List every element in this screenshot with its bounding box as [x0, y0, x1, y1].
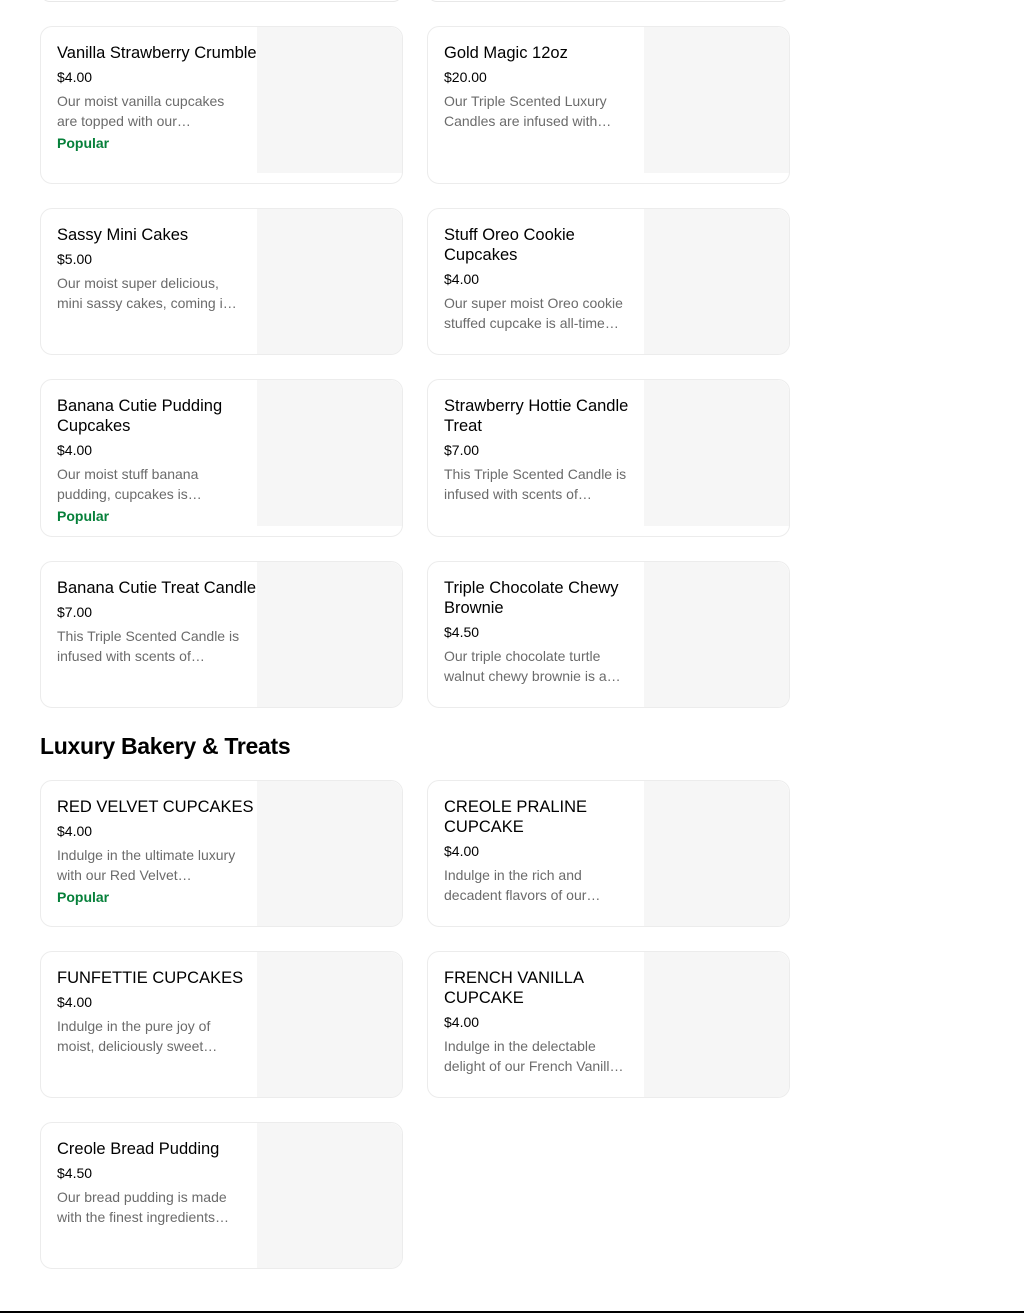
menu-item-image[interactable]	[257, 1123, 402, 1268]
menu-item-image[interactable]	[257, 380, 402, 526]
menu-item-price: $4.00	[444, 271, 480, 287]
menu-item-card[interactable]: FUNFETTIE CUPCAKES $4.00 Indulge in the …	[40, 951, 403, 1098]
menu-item-info: Banana Cutie Pudding Cupcakes $4.00 Our …	[41, 380, 257, 536]
menu-item-info: Banana Cutie Treat Candle $7.00 This Tri…	[41, 562, 257, 707]
menu-item-description: This Triple Scented Candle is infused wi…	[57, 628, 240, 664]
menu-item-title: Triple Chocolate Chewy Brownie	[444, 579, 619, 617]
menu-item-price: $4.50	[444, 624, 480, 640]
menu-item-price: $20.00	[444, 69, 487, 85]
menu-item-price: $4.00	[57, 69, 93, 85]
popular-badge: Popular	[57, 889, 110, 905]
menu-item-card[interactable]: Triple Chocolate Chewy Brownie $4.50 Our…	[427, 561, 790, 708]
menu-item-image[interactable]	[644, 562, 789, 707]
menu-item-price: $4.50	[57, 1165, 93, 1181]
menu-item-card[interactable]: Vanilla Strawberry Crumble $4.00 Our moi…	[40, 26, 403, 184]
menu-item-description: Indulge in the rich and decadent flavors…	[444, 867, 601, 903]
menu-item-description: Our bread pudding is made with the fines…	[57, 1189, 229, 1225]
menu-item-title: Banana Cutie Treat Candle	[57, 579, 257, 597]
menu-item-title: Creole Bread Pudding	[57, 1140, 220, 1158]
menu-item-title: Strawberry Hottie Candle Treat	[444, 397, 629, 435]
popular-badge: Popular	[57, 508, 110, 524]
menu-item-description: Our moist stuff banana pudding, cupcakes…	[57, 466, 202, 502]
menu-item-card[interactable]: Creole Bread Pudding $4.50 Our bread pud…	[40, 1122, 403, 1269]
menu-item-info: Creole Bread Pudding $4.50 Our bread pud…	[41, 1123, 257, 1268]
menu-item-info: RED VELVET CUPCAKES $4.00 Indulge in the…	[41, 781, 257, 926]
menu-item-title: CREOLE PRALINE CUPCAKE	[444, 798, 588, 836]
previous-row-card-edges	[40, 0, 790, 2]
menu-item-info: Sassy Mini Cakes $5.00 Our moist super d…	[41, 209, 257, 354]
menu-item-title: FRENCH VANILLA CUPCAKE	[444, 969, 584, 1007]
menu-item-image[interactable]	[644, 209, 789, 354]
menu-item-card[interactable]: Strawberry Hottie Candle Treat $7.00 Thi…	[427, 379, 790, 537]
menu-item-card[interactable]: FRENCH VANILLA CUPCAKE $4.00 Indulge in …	[427, 951, 790, 1098]
menu-item-description: Our moist vanilla cupcakes are topped wi…	[57, 93, 225, 129]
menu-item-grid: Vanilla Strawberry Crumble $4.00 Our moi…	[40, 26, 790, 708]
menu-item-image[interactable]	[257, 952, 402, 1097]
menu-item-price: $4.00	[57, 823, 93, 839]
menu-item-description: Indulge in the delectable delight of our…	[444, 1038, 624, 1074]
menu-item-description: Our super moist Oreo cookie stuffed cupc…	[444, 295, 623, 331]
menu-item-title: Sassy Mini Cakes	[57, 226, 189, 244]
menu-item-card[interactable]: Banana Cutie Treat Candle $7.00 This Tri…	[40, 561, 403, 708]
menu-item-info: Vanilla Strawberry Crumble $4.00 Our moi…	[41, 27, 257, 183]
menu-item-description: Indulge in the ultimate luxury with our …	[57, 847, 236, 883]
menu-item-title: FUNFETTIE CUPCAKES	[57, 969, 244, 987]
menu-item-info: FUNFETTIE CUPCAKES $4.00 Indulge in the …	[41, 952, 257, 1097]
menu-item-price: $4.00	[444, 1014, 480, 1030]
menu-item-info: Triple Chocolate Chewy Brownie $4.50 Our…	[428, 562, 644, 707]
menu-item-title: Gold Magic 12oz	[444, 44, 568, 62]
menu-item-title: Vanilla Strawberry Crumble	[57, 44, 257, 62]
popular-badge: Popular	[57, 135, 110, 151]
menu-item-description: Our triple chocolate turtle walnut chewy…	[444, 648, 621, 684]
menu-page: Vanilla Strawberry Crumble $4.00 Our moi…	[0, 0, 1024, 1313]
menu-item-image[interactable]	[644, 781, 789, 926]
menu-item-info: FRENCH VANILLA CUPCAKE $4.00 Indulge in …	[428, 952, 644, 1097]
menu-item-card[interactable]: CREOLE PRALINE CUPCAKE $4.00 Indulge in …	[427, 780, 790, 927]
section-title: Luxury Bakery & Treats	[40, 733, 291, 759]
menu-item-description: Our Triple Scented Luxury Candles are in…	[444, 93, 612, 129]
menu-item-image[interactable]	[257, 27, 402, 173]
menu-item-title: Banana Cutie Pudding Cupcakes	[57, 397, 223, 435]
menu-item-grid: RED VELVET CUPCAKES $4.00 Indulge in the…	[40, 780, 790, 1269]
menu-item-info: Strawberry Hottie Candle Treat $7.00 Thi…	[428, 380, 644, 536]
menu-item-info: Gold Magic 12oz $20.00 Our Triple Scente…	[428, 27, 644, 183]
menu-item-title: RED VELVET CUPCAKES	[57, 798, 254, 816]
menu-item-price: $4.00	[57, 442, 93, 458]
menu-item-price: $4.00	[57, 994, 93, 1010]
menu-item-price: $7.00	[444, 442, 480, 458]
menu-item-price: $4.00	[444, 843, 480, 859]
menu-item-title: Stuff Oreo Cookie Cupcakes	[444, 226, 575, 264]
menu-item-image[interactable]	[644, 380, 789, 526]
menu-item-image[interactable]	[257, 781, 402, 926]
menu-item-price: $5.00	[57, 251, 93, 267]
menu-item-price: $7.00	[57, 604, 93, 620]
menu-item-card-partial[interactable]	[427, 0, 790, 2]
menu-item-description: Our moist super delicious, mini sassy ca…	[57, 275, 237, 311]
menu-item-card[interactable]: Gold Magic 12oz $20.00 Our Triple Scente…	[427, 26, 790, 184]
menu-item-image[interactable]	[257, 562, 402, 707]
menu-item-description: Indulge in the pure joy of moist, delici…	[57, 1018, 218, 1054]
menu-item-description: This Triple Scented Candle is infused wi…	[444, 466, 627, 502]
menu-item-image[interactable]	[257, 209, 402, 354]
menu-item-card[interactable]: RED VELVET CUPCAKES $4.00 Indulge in the…	[40, 780, 403, 927]
menu-item-card[interactable]: Sassy Mini Cakes $5.00 Our moist super d…	[40, 208, 403, 355]
menu-item-image[interactable]	[644, 952, 789, 1097]
menu-item-card[interactable]: Banana Cutie Pudding Cupcakes $4.00 Our …	[40, 379, 403, 537]
menu-item-info: CREOLE PRALINE CUPCAKE $4.00 Indulge in …	[428, 781, 644, 926]
menu-item-info: Stuff Oreo Cookie Cupcakes $4.00 Our sup…	[428, 209, 644, 354]
menu-item-card[interactable]: Stuff Oreo Cookie Cupcakes $4.00 Our sup…	[427, 208, 790, 355]
menu-item-image[interactable]	[644, 27, 789, 173]
menu-item-card-partial[interactable]	[40, 0, 403, 2]
